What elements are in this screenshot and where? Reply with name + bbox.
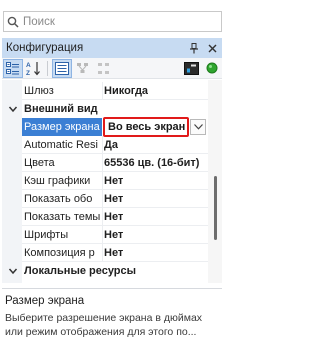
svg-text:A: A xyxy=(26,62,31,69)
property-name: Шлюз xyxy=(24,85,54,97)
scrollbar-thumb[interactable] xyxy=(214,176,217,240)
screen-size-value[interactable]: Во весь экран xyxy=(103,117,189,137)
category-name: Внешний вид xyxy=(24,103,98,115)
chevron-down-icon[interactable] xyxy=(8,266,18,276)
categorized-view-icon[interactable] xyxy=(3,58,23,78)
property-row[interactable]: Показать темы Нет xyxy=(2,208,208,226)
toolbar: A Z xyxy=(2,58,222,79)
property-row[interactable]: Показать обо Нет xyxy=(2,190,208,208)
property-value[interactable]: 65536 цв. (16-бит) xyxy=(104,154,199,172)
property-name: Показать темы xyxy=(24,211,101,223)
property-value[interactable]: Да xyxy=(104,136,118,154)
property-row-selected[interactable]: Размер экрана Во весь экран xyxy=(2,117,208,137)
property-name: Шрифты xyxy=(24,229,69,241)
chevron-down-icon xyxy=(193,124,203,130)
property-grid[interactable]: Шлюз Никогда Внешний вид Размер экрана В… xyxy=(2,80,222,283)
svg-text:Z: Z xyxy=(26,70,30,76)
property-pages-icon[interactable] xyxy=(52,58,72,78)
property-value[interactable]: Нет xyxy=(104,208,123,226)
property-name: Цвета xyxy=(24,157,55,169)
property-value[interactable]: Нет xyxy=(104,226,123,244)
vertical-scrollbar[interactable] xyxy=(208,80,222,283)
property-name: Показать обо xyxy=(24,193,93,205)
property-row[interactable]: Композиция р Нет xyxy=(2,244,208,262)
property-value[interactable]: Никогда xyxy=(104,82,148,100)
category-row[interactable]: Внешний вид xyxy=(2,100,208,118)
network-icon[interactable] xyxy=(94,59,114,78)
panel-header: Конфигурация xyxy=(2,38,222,58)
pin-icon[interactable] xyxy=(186,40,202,56)
property-row[interactable]: Шлюз Никогда xyxy=(2,82,208,100)
close-icon[interactable] xyxy=(204,40,220,56)
property-name: Размер экрана xyxy=(22,118,102,136)
description-title: Размер экрана xyxy=(5,295,85,307)
remote-desktop-icon[interactable] xyxy=(181,59,201,78)
events-icon[interactable] xyxy=(73,59,93,78)
property-row[interactable]: Automatic Resi Да xyxy=(2,136,208,154)
chevron-down-icon[interactable] xyxy=(8,104,18,114)
dropdown-button[interactable] xyxy=(190,119,206,135)
property-row[interactable]: Шрифты Нет xyxy=(2,226,208,244)
alphabetical-sort-icon[interactable]: A Z xyxy=(24,59,44,78)
category-row[interactable]: Локальные ресурсы xyxy=(2,262,208,280)
property-value[interactable]: Нет xyxy=(104,244,123,262)
property-value[interactable]: Нет xyxy=(104,172,123,190)
search-box[interactable]: Поиск xyxy=(3,11,222,32)
search-placeholder[interactable]: Поиск xyxy=(23,16,55,28)
property-row[interactable]: Цвета 65536 цв. (16-бит) xyxy=(2,154,208,172)
property-name: Automatic Resi xyxy=(24,139,98,151)
property-row[interactable]: Кэш графики Нет xyxy=(2,172,208,190)
panel-title: Конфигурация xyxy=(6,42,84,54)
search-icon xyxy=(4,12,22,31)
property-name: Кэш графики xyxy=(24,175,91,187)
description-panel: Размер экрана Выберите разрешение экрана… xyxy=(2,288,222,350)
category-name: Локальные ресурсы xyxy=(24,265,137,277)
property-name: Композиция р xyxy=(24,247,95,259)
toolbar-separator xyxy=(47,60,48,76)
property-value[interactable]: Нет xyxy=(104,190,123,208)
status-green-icon xyxy=(202,59,222,78)
description-text: Выберите разрешение экрана в дюймах или … xyxy=(5,312,203,338)
